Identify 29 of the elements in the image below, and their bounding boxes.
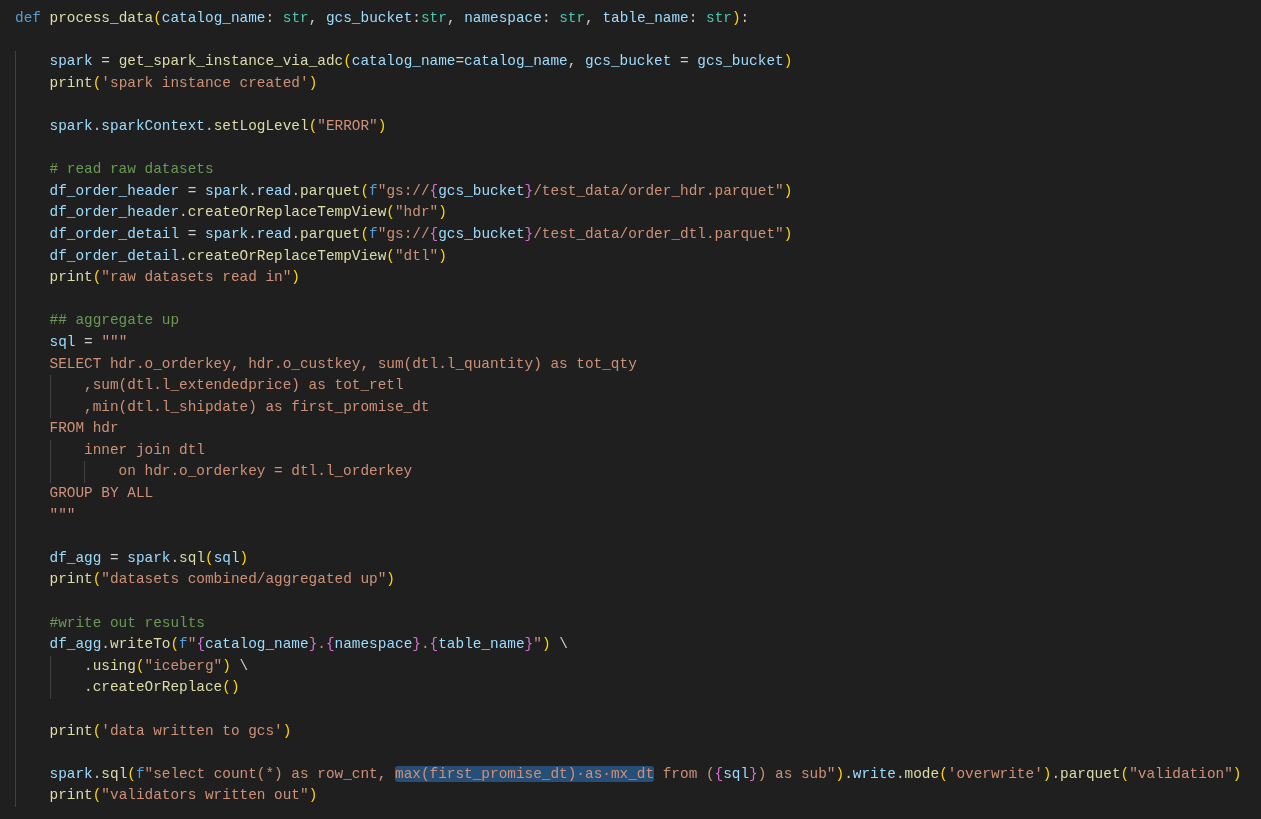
code-line: on hdr.o_orderkey = dtl.l_orderkey (118, 462, 413, 482)
code-line: df_order_header.createOrReplaceTempView("hdr") (49, 203, 447, 223)
code-line: print("datasets combined/aggregated up") (49, 570, 395, 590)
code-line: df_agg.writeTo(f"{catalog_name}.{namespace}.{table_name}") \ (49, 635, 568, 655)
code-line: # read raw datasets (49, 160, 214, 180)
code-line: ,sum(dtl.l_extendedprice) as tot_retl (84, 376, 404, 396)
code-line: ,min(dtl.l_shipdate) as first_promise_dt (84, 397, 430, 417)
code-line: .using("iceberg") \ (84, 656, 249, 676)
code-line: print('data written to gcs') (49, 721, 292, 741)
code-line: def process_data(catalog_name: str, gcs_bucket:str, namespace: str, table_name: str): (15, 9, 750, 28)
code-line: print('spark instance created') (49, 73, 318, 93)
code-line: sql = """ (49, 332, 128, 352)
code-line: spark.sql(f"select count(*) as row_cnt, max(first_promise_dt)·as·mx_dt from ({sql}) as sub").write.mode('overwrite').parquet("validation") (49, 764, 1242, 784)
code-line: SELECT hdr.o_orderkey, hdr.o_custkey, sum(dtl.l_quantity) as tot_qty (49, 354, 637, 374)
code-line: df_agg = spark.sql(sql) (49, 548, 249, 568)
code-line: spark.sparkContext.setLogLevel("ERROR") (49, 116, 387, 136)
code-line: FROM hdr (49, 419, 119, 439)
code-line: ## aggregate up (49, 311, 180, 331)
code-line: GROUP BY ALL (49, 484, 154, 504)
code-line: df_order_detail.createOrReplaceTempView("dtl") (49, 246, 447, 266)
code-line: df_order_header = spark.read.parquet(f"gs://{gcs_bucket}/test_data/order_hdr.parquet") (49, 181, 793, 201)
code-line: df_order_detail = spark.read.parquet(f"gs://{gcs_bucket}/test_data/order_dtl.parquet") (49, 224, 793, 244)
code-line: print("raw datasets read in") (49, 268, 300, 288)
code-line: .createOrReplace() (84, 678, 240, 698)
code-line: print("validators written out") (49, 786, 318, 806)
code-line: spark = get_spark_instance_via_adc(catalog_name=catalog_name, gcs_bucket = gcs_bucket) (49, 52, 793, 72)
code-line: inner join dtl (84, 440, 205, 460)
code-line: #write out results (49, 613, 205, 633)
code-line: """ (49, 505, 76, 525)
